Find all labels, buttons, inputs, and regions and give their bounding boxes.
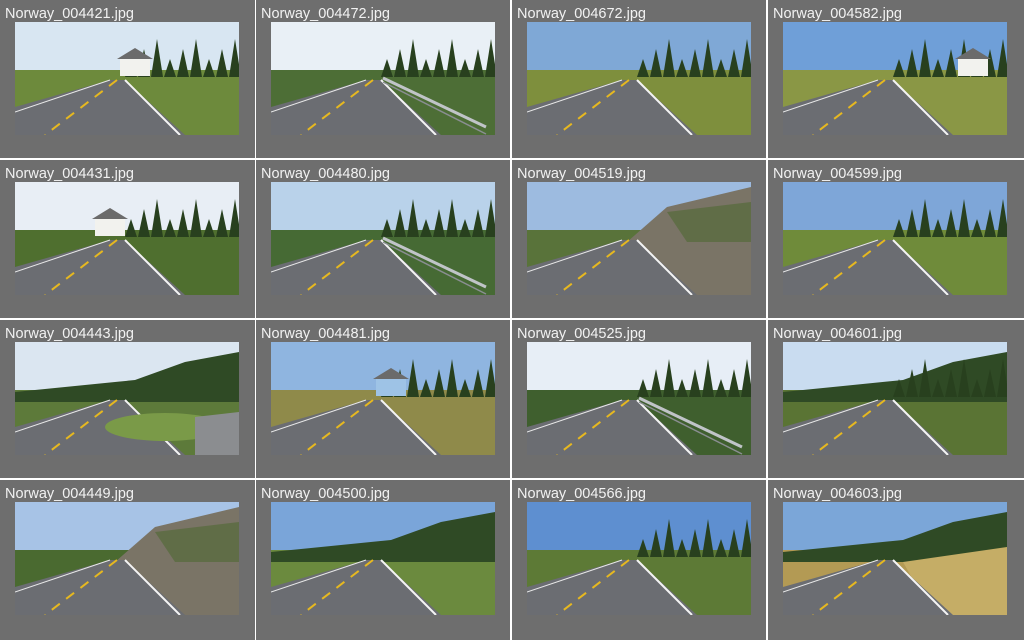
gallery-item[interactable]: Norway_004582.jpg	[768, 0, 1024, 158]
gallery-item-thumbnail[interactable]	[271, 182, 495, 295]
gallery-item-thumbnail[interactable]	[15, 22, 239, 135]
gallery-item-thumbnail[interactable]	[15, 182, 239, 295]
gallery-item-thumbnail[interactable]	[783, 182, 1007, 295]
gallery-item-thumbnail[interactable]	[15, 502, 239, 615]
road-photo-icon	[527, 182, 751, 295]
gallery-item-thumbnail[interactable]	[527, 342, 751, 455]
gallery-item-thumbnail[interactable]	[271, 342, 495, 455]
gallery-item-thumbnail[interactable]	[783, 342, 1007, 455]
gallery-item-thumbnail[interactable]	[783, 502, 1007, 615]
gallery-item-thumbnail[interactable]	[271, 502, 495, 615]
gallery-item[interactable]: Norway_004601.jpg	[768, 320, 1024, 478]
road-photo-icon	[15, 502, 239, 615]
gallery-item-thumbnail[interactable]	[15, 342, 239, 455]
gallery-item-filename: Norway_004519.jpg	[517, 166, 646, 182]
gallery-item-filename: Norway_004601.jpg	[773, 326, 902, 342]
gallery-item-filename: Norway_004603.jpg	[773, 486, 902, 502]
gallery-item-filename: Norway_004480.jpg	[261, 166, 390, 182]
gallery-item[interactable]: Norway_004525.jpg	[512, 320, 766, 478]
road-photo-icon	[783, 22, 1007, 135]
gallery-item-filename: Norway_004582.jpg	[773, 6, 902, 22]
road-photo-icon	[783, 342, 1007, 455]
gallery-item-filename: Norway_004449.jpg	[5, 486, 134, 502]
gallery-item-filename: Norway_004421.jpg	[5, 6, 134, 22]
gallery-item-filename: Norway_004525.jpg	[517, 326, 646, 342]
road-photo-icon	[271, 22, 495, 135]
gallery-item[interactable]: Norway_004443.jpg	[0, 320, 255, 478]
gallery-item-thumbnail[interactable]	[783, 22, 1007, 135]
road-photo-icon	[783, 502, 1007, 615]
gallery-item-thumbnail[interactable]	[527, 182, 751, 295]
gallery-item[interactable]: Norway_004566.jpg	[512, 480, 766, 640]
road-photo-icon	[527, 22, 751, 135]
gallery-item-thumbnail[interactable]	[527, 22, 751, 135]
gallery-item-filename: Norway_004566.jpg	[517, 486, 646, 502]
gallery-item[interactable]: Norway_004519.jpg	[512, 160, 766, 318]
road-photo-icon	[15, 22, 239, 135]
road-photo-icon	[15, 342, 239, 455]
gallery-item[interactable]: Norway_004480.jpg	[256, 160, 510, 318]
gallery-item[interactable]: Norway_004431.jpg	[0, 160, 255, 318]
gallery-item[interactable]: Norway_004599.jpg	[768, 160, 1024, 318]
road-photo-icon	[271, 342, 495, 455]
gallery-item-filename: Norway_004481.jpg	[261, 326, 390, 342]
gallery-item-thumbnail[interactable]	[271, 22, 495, 135]
road-photo-icon	[271, 182, 495, 295]
gallery-item-filename: Norway_004472.jpg	[261, 6, 390, 22]
gallery-item[interactable]: Norway_004481.jpg	[256, 320, 510, 478]
gallery-item[interactable]: Norway_004421.jpg	[0, 0, 255, 158]
gallery-item-filename: Norway_004431.jpg	[5, 166, 134, 182]
gallery-item[interactable]: Norway_004672.jpg	[512, 0, 766, 158]
gallery-item-filename: Norway_004500.jpg	[261, 486, 390, 502]
gallery-item[interactable]: Norway_004500.jpg	[256, 480, 510, 640]
road-photo-icon	[783, 182, 1007, 295]
road-photo-icon	[271, 502, 495, 615]
road-photo-icon	[527, 502, 751, 615]
gallery-item-filename: Norway_004599.jpg	[773, 166, 902, 182]
gallery-item-thumbnail[interactable]	[527, 502, 751, 615]
gallery-item[interactable]: Norway_004472.jpg	[256, 0, 510, 158]
image-gallery-grid: Norway_004421.jpg Norway_004472.jpg Norway…	[0, 0, 1024, 640]
gallery-item-filename: Norway_004672.jpg	[517, 6, 646, 22]
gallery-item-filename: Norway_004443.jpg	[5, 326, 134, 342]
gallery-item[interactable]: Norway_004449.jpg	[0, 480, 255, 640]
road-photo-icon	[15, 182, 239, 295]
road-photo-icon	[527, 342, 751, 455]
gallery-item[interactable]: Norway_004603.jpg	[768, 480, 1024, 640]
